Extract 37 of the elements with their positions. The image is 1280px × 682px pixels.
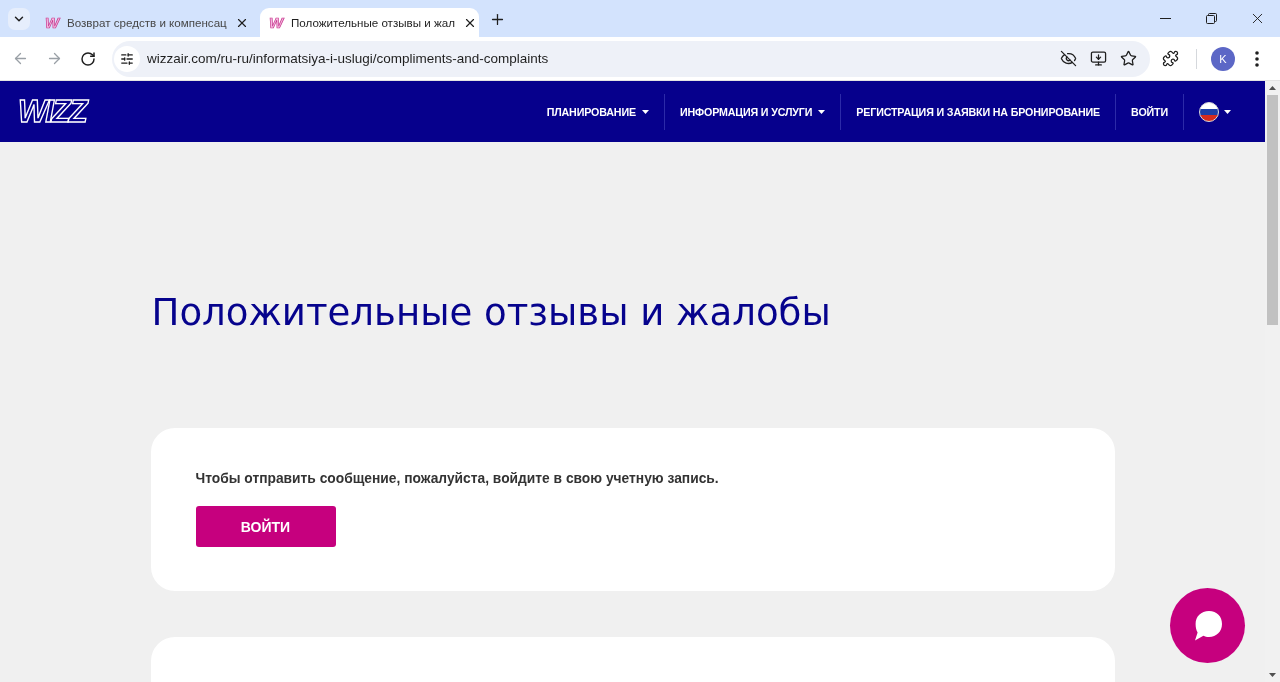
minimize-icon xyxy=(1159,18,1171,19)
caret-icon xyxy=(1224,109,1231,114)
nav-link[interactable]: ВОЙТИ xyxy=(1116,93,1183,130)
login-button[interactable]: ВОЙТИ xyxy=(195,506,336,547)
menu-icon xyxy=(1255,50,1259,67)
reload-icon xyxy=(80,50,96,67)
scroll-up-icon[interactable] xyxy=(1269,86,1276,90)
eye-slash-icon xyxy=(1059,50,1077,67)
site-info-button[interactable] xyxy=(114,45,140,72)
tab-title: Возврат средств и компенсац xyxy=(67,16,227,29)
login-message: Чтобы отправить сообщение, пожалуйста, войдите в свою учетную запись. xyxy=(195,470,719,488)
tab-title: Положительные отзывы и жал xyxy=(291,16,455,29)
site-logo[interactable]: WIZZ xyxy=(18,93,86,130)
browser-tab[interactable]: W Положительные отзывы и жал xyxy=(260,8,479,37)
speech-bubble-icon xyxy=(1192,610,1223,641)
restore-icon xyxy=(1205,13,1217,24)
caret-icon xyxy=(818,109,826,114)
tab-list-button[interactable] xyxy=(8,8,30,30)
page-title: Положительные отзывы и жалобы xyxy=(151,291,832,335)
browser-tab[interactable]: W Возврат средств и компенсац xyxy=(36,8,255,37)
scrollbar-thumb[interactable] xyxy=(1267,95,1278,325)
tab-favicon: W xyxy=(44,14,60,31)
url-text: wizzair.com/ru-ru/informatsiya-i-uslugi/compliments-and-complaints xyxy=(147,51,550,66)
scrollbar[interactable] xyxy=(1265,81,1280,682)
nav-link[interactable]: ИНФОРМАЦИЯ И УСЛУГИ xyxy=(664,93,841,130)
puzzle-icon xyxy=(1161,50,1179,67)
profile-avatar[interactable]: K xyxy=(1211,46,1235,71)
nav-link[interactable]: РЕГИСТРАЦИЯ И ЗАЯВКИ НА БРОНИРОВАНИЕ xyxy=(841,93,1116,130)
monitor-download-icon xyxy=(1089,50,1107,67)
tab-favicon: W xyxy=(268,14,284,31)
scroll-down-icon[interactable] xyxy=(1269,673,1276,677)
star-icon xyxy=(1119,50,1137,67)
nav-link[interactable]: ПЛАНИРОВАНИЕ xyxy=(531,93,664,130)
address-bar[interactable]: wizzair.com/ru-ru/informatsiya-i-uslugi/compliments-and-complaints xyxy=(112,40,1150,77)
sliders-icon xyxy=(120,51,134,66)
flag-icon xyxy=(1199,101,1219,122)
caret-icon xyxy=(641,109,649,114)
